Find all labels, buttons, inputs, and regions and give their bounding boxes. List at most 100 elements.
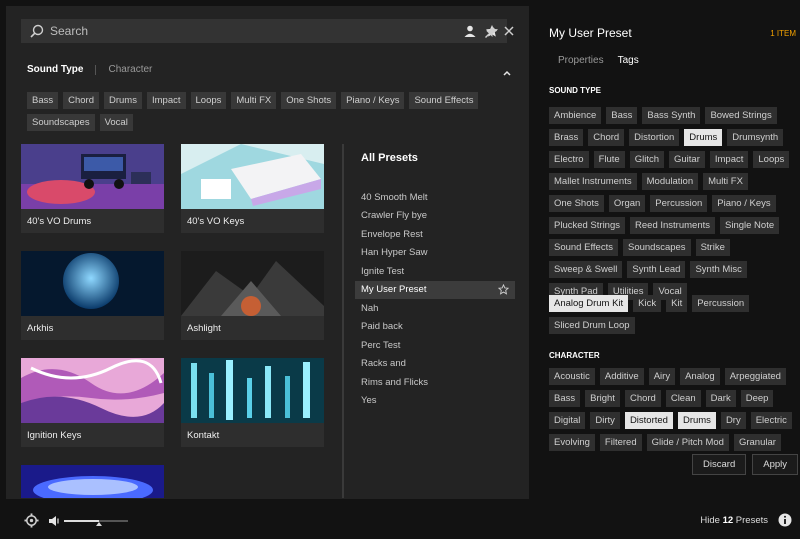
tag-chip[interactable]: Granular bbox=[733, 434, 781, 451]
tab-character[interactable]: Character bbox=[108, 64, 152, 75]
tag-chip[interactable]: Flute bbox=[593, 151, 625, 168]
tag-chip[interactable]: Bass bbox=[606, 107, 638, 124]
preset-list-item[interactable]: Rims and Flicks bbox=[355, 373, 515, 392]
tag-chip[interactable]: Analog Drum Kit bbox=[549, 295, 629, 312]
tag-chip[interactable]: Bowed Strings bbox=[705, 107, 777, 124]
tag-chip[interactable]: Analog bbox=[680, 368, 720, 385]
volume-icon[interactable] bbox=[48, 515, 62, 527]
tag-chip[interactable]: Sweep & Swell bbox=[549, 261, 623, 278]
tag-chip[interactable]: Deep bbox=[740, 390, 774, 407]
tag-chip[interactable]: Chord bbox=[624, 390, 661, 407]
tag-chip[interactable]: Distorted bbox=[624, 412, 673, 429]
tag-chip[interactable]: Drums bbox=[684, 129, 723, 146]
preset-list-item[interactable]: Han Hyper Saw bbox=[355, 244, 515, 263]
tag-chip[interactable]: Single Note bbox=[720, 217, 780, 234]
tag-chip[interactable]: Bass bbox=[27, 92, 59, 109]
tag-chip[interactable]: Clean bbox=[665, 390, 701, 407]
tag-chip[interactable]: Drums bbox=[677, 412, 716, 429]
preset-list-item[interactable]: Ignite Test bbox=[355, 262, 515, 281]
preset-card[interactable] bbox=[21, 465, 164, 498]
volume-slider[interactable] bbox=[64, 520, 128, 526]
tag-chip[interactable]: Glide / Pitch Mod bbox=[646, 434, 729, 451]
tag-chip[interactable]: Distortion bbox=[629, 129, 680, 146]
tag-chip[interactable]: Bass Synth bbox=[642, 107, 701, 124]
tag-chip[interactable]: Soundscapes bbox=[622, 239, 691, 256]
search-input[interactable]: Search bbox=[50, 24, 455, 38]
tag-chip[interactable]: Multi FX bbox=[703, 173, 748, 190]
tag-chip[interactable]: Digital bbox=[549, 412, 586, 429]
preset-card[interactable]: 40's VO Drums bbox=[21, 144, 164, 233]
tag-chip[interactable]: Loops bbox=[190, 92, 227, 109]
tag-chip[interactable]: One Shots bbox=[549, 195, 604, 212]
close-icon[interactable] bbox=[503, 25, 515, 37]
tag-chip[interactable]: Multi FX bbox=[231, 92, 277, 109]
search-bar[interactable]: Search bbox=[21, 19, 507, 43]
tag-chip[interactable]: Kick bbox=[633, 295, 662, 312]
preset-list-item[interactable]: Nah bbox=[355, 299, 515, 318]
tag-chip[interactable]: Dry bbox=[720, 412, 746, 429]
tag-chip[interactable]: Synth Lead bbox=[627, 261, 686, 278]
tab-sound-type[interactable]: Sound Type bbox=[27, 64, 83, 75]
tag-chip[interactable]: Vocal bbox=[99, 114, 133, 131]
tag-chip[interactable]: Impact bbox=[709, 151, 749, 168]
preset-card[interactable]: Ashlight bbox=[181, 251, 324, 340]
chevron-up-icon[interactable] bbox=[502, 68, 512, 78]
tag-chip[interactable]: Mallet Instruments bbox=[549, 173, 637, 190]
preset-list-item[interactable]: Envelope Rest bbox=[355, 225, 515, 244]
preset-list-item[interactable]: Paid back bbox=[355, 318, 515, 337]
tag-chip[interactable]: Dark bbox=[705, 390, 736, 407]
tag-chip[interactable]: Kit bbox=[666, 295, 688, 312]
tag-chip[interactable]: Chord bbox=[588, 129, 625, 146]
tab-properties[interactable]: Properties bbox=[558, 55, 604, 66]
preset-list-item[interactable]: My User Preset bbox=[355, 280, 515, 299]
tab-tags[interactable]: Tags bbox=[618, 55, 639, 66]
tag-chip[interactable]: Additive bbox=[599, 368, 644, 385]
tag-chip[interactable]: Filtered bbox=[599, 434, 642, 451]
tag-chip[interactable]: Chord bbox=[63, 92, 99, 109]
favorite-star-icon[interactable] bbox=[498, 284, 509, 295]
user-icon[interactable] bbox=[463, 24, 477, 38]
info-icon[interactable] bbox=[778, 513, 792, 527]
preset-list-item[interactable]: Perc Test bbox=[355, 336, 515, 355]
preset-card[interactable]: Arkhis bbox=[21, 251, 164, 340]
apply-button[interactable]: Apply bbox=[752, 454, 798, 475]
preset-list-item[interactable]: Yes bbox=[355, 392, 515, 411]
tag-chip[interactable]: Electro bbox=[549, 151, 589, 168]
tag-chip[interactable]: Sliced Drum Loop bbox=[549, 317, 635, 334]
tag-chip[interactable]: Ambience bbox=[549, 107, 602, 124]
pin-icon[interactable] bbox=[484, 25, 498, 39]
volume-slider-handle[interactable] bbox=[96, 522, 103, 526]
tag-chip[interactable]: Strike bbox=[695, 239, 730, 256]
preset-list-item[interactable]: Racks and bbox=[355, 355, 515, 374]
tag-chip[interactable]: Guitar bbox=[669, 151, 705, 168]
tag-chip[interactable]: One Shots bbox=[281, 92, 337, 109]
tag-chip[interactable]: Glitch bbox=[629, 151, 664, 168]
tag-chip[interactable]: Plucked Strings bbox=[549, 217, 626, 234]
tag-chip[interactable]: Synth Misc bbox=[690, 261, 747, 278]
preset-list-item[interactable]: Crawler Fly bye bbox=[355, 207, 515, 226]
tag-chip[interactable]: Percussion bbox=[692, 295, 750, 312]
tag-chip[interactable]: Soundscapes bbox=[27, 114, 95, 131]
discard-button[interactable]: Discard bbox=[692, 454, 747, 475]
tag-chip[interactable]: Drums bbox=[104, 92, 142, 109]
preset-card[interactable]: Ignition Keys bbox=[21, 358, 164, 447]
tag-chip[interactable]: Piano / Keys bbox=[341, 92, 405, 109]
tag-chip[interactable]: Brass bbox=[549, 129, 584, 146]
tag-chip[interactable]: Arpeggiated bbox=[724, 368, 786, 385]
tag-chip[interactable]: Dirty bbox=[590, 412, 620, 429]
preset-card[interactable]: Kontakt bbox=[181, 358, 324, 447]
preset-card[interactable]: 40's VO Keys bbox=[181, 144, 324, 233]
tag-chip[interactable]: Sound Effects bbox=[549, 239, 618, 256]
tag-chip[interactable]: Impact bbox=[146, 92, 186, 109]
tag-chip[interactable]: Drumsynth bbox=[727, 129, 784, 146]
tag-chip[interactable]: Reed Instruments bbox=[630, 217, 715, 234]
tag-chip[interactable]: Evolving bbox=[549, 434, 595, 451]
tag-chip[interactable]: Bright bbox=[585, 390, 620, 407]
tag-chip[interactable]: Electric bbox=[750, 412, 792, 429]
tag-chip[interactable]: Acoustic bbox=[549, 368, 595, 385]
tag-chip[interactable]: Airy bbox=[648, 368, 676, 385]
tag-chip[interactable]: Modulation bbox=[641, 173, 699, 190]
tag-chip[interactable]: Sound Effects bbox=[409, 92, 479, 109]
tag-chip[interactable]: Bass bbox=[549, 390, 581, 407]
tag-chip[interactable]: Piano / Keys bbox=[712, 195, 776, 212]
